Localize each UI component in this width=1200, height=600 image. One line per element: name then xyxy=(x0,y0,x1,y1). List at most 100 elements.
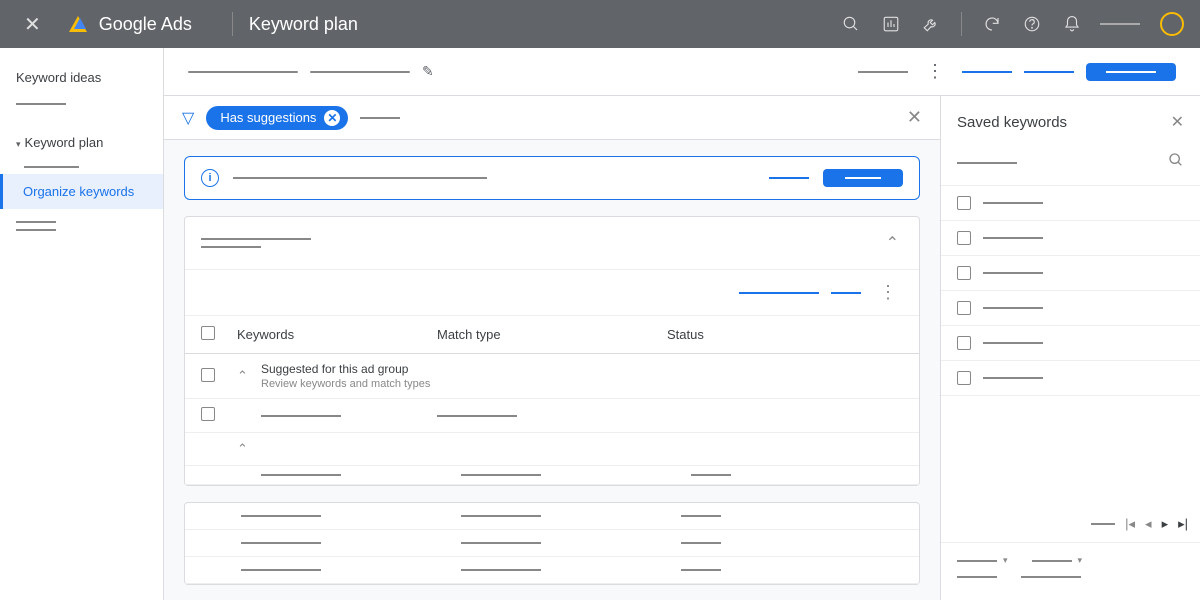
cell-placeholder xyxy=(461,542,541,544)
col-header-keywords[interactable]: Keywords xyxy=(237,327,437,342)
cell-placeholder xyxy=(681,515,721,517)
list-item[interactable] xyxy=(941,291,1200,326)
sidebar-sub-placeholder[interactable] xyxy=(24,166,79,168)
filter-bar: ▽ Has suggestions ✕ ✕ xyxy=(164,96,940,140)
item-text xyxy=(983,307,1043,309)
close-filter-icon[interactable]: ✕ xyxy=(907,107,922,128)
prev-page-icon[interactable]: ◂ xyxy=(1145,516,1152,532)
list-item[interactable] xyxy=(941,361,1200,396)
filter-chip-has-suggestions[interactable]: Has suggestions ✕ xyxy=(206,106,348,130)
refresh-icon[interactable] xyxy=(980,12,1004,36)
list-item[interactable] xyxy=(941,186,1200,221)
info-icon: i xyxy=(201,169,219,187)
sidebar-item-organize-keywords[interactable]: Organize keywords xyxy=(0,174,163,209)
expand-icon[interactable]: ⌃ xyxy=(237,441,261,457)
search-icon[interactable] xyxy=(839,12,863,36)
sidebar: Keyword ideas Keyword plan Organize keyw… xyxy=(0,48,164,600)
expand-icon[interactable]: ⌃ xyxy=(237,368,261,384)
saved-keywords-panel: Saved keywords ✕ xyxy=(940,96,1200,600)
toolbar-link-1[interactable] xyxy=(962,71,1012,73)
table-header-row: Keywords Match type Status xyxy=(185,316,919,354)
info-link[interactable] xyxy=(769,177,809,179)
table-row[interactable]: ⌃ xyxy=(185,433,919,466)
notifications-icon[interactable] xyxy=(1060,12,1084,36)
item-text xyxy=(983,272,1043,274)
keyword-cell xyxy=(261,474,341,476)
status-cell xyxy=(691,474,731,476)
last-page-icon[interactable]: ▸| xyxy=(1178,516,1188,532)
table-row[interactable] xyxy=(185,503,919,530)
cell-placeholder xyxy=(461,569,541,571)
chip-remove-icon[interactable]: ✕ xyxy=(324,110,340,126)
cell-placeholder xyxy=(241,515,321,517)
sidebar-placeholder[interactable] xyxy=(16,221,56,223)
table-row[interactable] xyxy=(185,530,919,557)
sidebar-item-keyword-ideas[interactable]: Keyword ideas xyxy=(0,60,163,95)
table-row[interactable] xyxy=(185,466,919,485)
row-more-icon[interactable]: ⋮ xyxy=(873,282,903,303)
app-header: ✕ Google Ads Keyword plan xyxy=(0,0,1200,48)
tools-icon[interactable] xyxy=(919,12,943,36)
edit-icon[interactable]: ✎ xyxy=(422,63,434,80)
first-page-icon[interactable]: |◂ xyxy=(1125,516,1135,532)
main-content: i ⌃ xyxy=(164,140,940,600)
list-item[interactable] xyxy=(941,326,1200,361)
sidebar-placeholder[interactable] xyxy=(16,103,66,105)
item-checkbox[interactable] xyxy=(957,196,971,210)
suggested-subtitle: Review keywords and match types xyxy=(261,378,430,390)
item-checkbox[interactable] xyxy=(957,231,971,245)
toolbar-text-placeholder xyxy=(858,71,908,73)
item-checkbox[interactable] xyxy=(957,371,971,385)
footer-dropdown-2[interactable]: ▾ xyxy=(1032,555,1083,566)
primary-action-button[interactable] xyxy=(1086,63,1176,81)
table-row[interactable] xyxy=(185,557,919,584)
profile-avatar[interactable] xyxy=(1160,12,1184,36)
page-title: Keyword plan xyxy=(249,14,358,35)
filter-icon[interactable]: ▽ xyxy=(182,108,194,128)
list-item[interactable] xyxy=(941,256,1200,291)
footer-dropdown-1[interactable]: ▾ xyxy=(957,555,1008,566)
table-row[interactable] xyxy=(185,399,919,433)
list-item[interactable] xyxy=(941,221,1200,256)
panel-search[interactable] xyxy=(941,144,1200,186)
more-options-icon[interactable]: ⋮ xyxy=(920,61,950,82)
close-icon[interactable]: ✕ xyxy=(16,12,49,37)
divider xyxy=(961,12,962,36)
plan-name-placeholder xyxy=(188,71,298,73)
cell-placeholder xyxy=(241,569,321,571)
select-all-checkbox[interactable] xyxy=(201,326,215,340)
info-action-button[interactable] xyxy=(823,169,903,187)
subheader-link-1[interactable] xyxy=(739,292,819,294)
toolbar-link-2[interactable] xyxy=(1024,71,1074,73)
panel-close-icon[interactable]: ✕ xyxy=(1171,112,1184,132)
collapse-icon[interactable]: ⌃ xyxy=(882,229,903,257)
help-icon[interactable] xyxy=(1020,12,1044,36)
item-checkbox[interactable] xyxy=(957,336,971,350)
match-cell xyxy=(437,415,517,417)
col-header-status[interactable]: Status xyxy=(667,327,903,342)
item-checkbox[interactable] xyxy=(957,301,971,315)
subheader-link-2[interactable] xyxy=(831,292,861,294)
keyword-cell xyxy=(261,415,341,417)
col-header-match-type[interactable]: Match type xyxy=(437,327,667,342)
cell-placeholder xyxy=(461,515,541,517)
panel-footer: ▾ ▾ xyxy=(941,543,1200,600)
search-icon[interactable] xyxy=(1168,152,1184,173)
toolbar: ✎ ⋮ xyxy=(164,48,1200,96)
sidebar-placeholder[interactable] xyxy=(16,229,56,231)
sidebar-item-keyword-plan[interactable]: Keyword plan xyxy=(0,125,163,160)
next-page-icon[interactable]: ▸ xyxy=(1162,516,1169,532)
suggested-title: Suggested for this ad group xyxy=(261,362,430,376)
plan-name-placeholder xyxy=(310,71,410,73)
ad-group-title-placeholder xyxy=(201,238,311,248)
item-checkbox[interactable] xyxy=(957,266,971,280)
divider xyxy=(232,12,233,36)
reports-icon[interactable] xyxy=(879,12,903,36)
item-text xyxy=(983,202,1043,204)
account-placeholder[interactable] xyxy=(1100,23,1140,25)
add-filter-placeholder[interactable] xyxy=(360,117,400,119)
google-ads-logo-icon xyxy=(69,16,87,32)
row-checkbox[interactable] xyxy=(201,407,215,421)
row-checkbox[interactable] xyxy=(201,368,215,382)
cell-placeholder xyxy=(241,542,321,544)
